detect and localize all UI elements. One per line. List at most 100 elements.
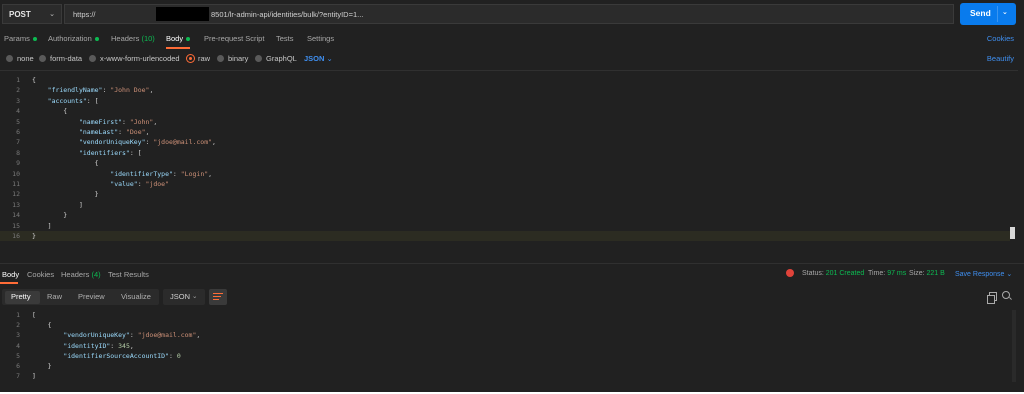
code-text: } xyxy=(32,362,52,370)
code-text: "identifierSourceAccountID": 0 xyxy=(63,351,181,360)
radio-none[interactable]: none xyxy=(6,54,34,63)
request-body-editor[interactable]: 1{2 "friendlyName": "John Doe", 3 "accoun… xyxy=(0,70,1018,261)
view-raw-button[interactable]: Raw xyxy=(47,292,62,301)
active-dot-icon xyxy=(94,37,99,42)
redacted-host xyxy=(156,7,209,21)
radio-label: none xyxy=(17,54,34,63)
code-text: ] xyxy=(32,221,52,230)
code-text: "identifierType": "Login", xyxy=(110,169,213,178)
radio-raw[interactable]: raw xyxy=(187,54,210,63)
url-input[interactable]: https:// 8501/lr-admin-api/identities/bu… xyxy=(64,4,954,24)
editor-scrollbar[interactable] xyxy=(1010,227,1015,239)
line-number: 6 xyxy=(16,362,20,370)
chevron-down-icon[interactable]: ⌄ xyxy=(1002,8,1008,16)
line-number: 7 xyxy=(16,138,20,147)
response-tab-test-results[interactable]: Test Results xyxy=(108,270,149,279)
globe-icon[interactable] xyxy=(786,269,794,277)
tab-body[interactable]: Body xyxy=(166,34,191,43)
response-format-label: JSON xyxy=(170,292,191,301)
code-text: { xyxy=(32,107,68,116)
search-icon[interactable] xyxy=(1002,291,1010,299)
chevron-down-icon: ⌄ xyxy=(49,11,55,18)
tab-pre-request-script[interactable]: Pre-request Script xyxy=(204,34,264,43)
tab-authorization[interactable]: Authorization xyxy=(48,34,99,43)
radio-form-data[interactable]: form-data xyxy=(39,54,82,63)
save-response-label: Save Response xyxy=(955,271,1005,278)
radio-selected-icon xyxy=(187,55,194,62)
copy-icon[interactable] xyxy=(987,292,997,304)
time-value: 97 ms xyxy=(887,270,907,277)
code-text: } xyxy=(32,190,99,199)
line-number: 10 xyxy=(12,169,20,178)
radio-label: form-data xyxy=(50,54,83,63)
send-label: Send xyxy=(970,8,991,18)
tab-label: Settings xyxy=(307,34,335,43)
radio-icon xyxy=(6,55,13,62)
request-url-row: POST ⌄ https:// 8501/lr-admin-api/identi… xyxy=(0,0,1024,28)
response-tab-underline xyxy=(0,282,18,284)
code-text: ] xyxy=(32,372,36,381)
line-number: 1 xyxy=(16,76,20,84)
status-info[interactable]: Status: 201 Created xyxy=(802,270,864,277)
status-value: 201 Created xyxy=(825,270,865,277)
code-text: } xyxy=(32,232,36,240)
view-mode-group: Pretty Raw Preview Visualize xyxy=(2,289,159,305)
code-text: } xyxy=(32,211,68,220)
line-number: 2 xyxy=(16,86,20,95)
radio-binary[interactable]: binary xyxy=(217,54,248,63)
response-tab-cookies[interactable]: Cookies xyxy=(27,270,54,279)
view-pretty-button[interactable]: Pretty xyxy=(11,292,31,301)
time-info[interactable]: Time: 97 ms xyxy=(868,270,906,277)
status-label: Status: xyxy=(802,270,824,277)
line-number: 3 xyxy=(16,96,20,105)
line-number: 15 xyxy=(12,221,20,230)
code-text: "value": "jdoe" xyxy=(110,180,170,188)
tab-count: (10) xyxy=(141,34,155,43)
chevron-down-icon: ⌄ xyxy=(326,54,333,63)
tab-params[interactable]: Params xyxy=(4,34,37,43)
response-tab-body[interactable]: Body xyxy=(2,270,19,279)
line-number: 11 xyxy=(12,180,20,188)
radio-graphql[interactable]: GraphQL xyxy=(255,54,297,63)
line-number: 4 xyxy=(16,107,20,116)
request-tabs: Params Authorization Headers (10) Body P… xyxy=(0,31,1024,47)
code-line: 4 { xyxy=(0,106,1010,116)
code-line: 12 } xyxy=(0,189,1010,199)
code-line: 5 "identifierSourceAccountID": 0 xyxy=(0,351,1010,361)
tab-settings[interactable]: Settings xyxy=(307,34,334,43)
view-preview-button[interactable]: Preview xyxy=(78,292,105,301)
code-text: [ xyxy=(32,311,36,319)
beautify-link[interactable]: Beautify xyxy=(987,54,1014,63)
wrap-lines-icon xyxy=(213,296,221,297)
tab-headers[interactable]: Headers (10) xyxy=(111,34,155,43)
size-info[interactable]: Size: 221 B xyxy=(909,270,945,277)
line-number: 5 xyxy=(16,351,20,360)
response-divider xyxy=(0,263,1024,264)
wrap-lines-button[interactable] xyxy=(209,289,227,305)
cookies-link[interactable]: Cookies xyxy=(987,34,1014,43)
code-line: 15 ] xyxy=(0,221,1010,231)
view-visualize-button[interactable]: Visualize xyxy=(121,292,151,301)
method-select[interactable]: POST ⌄ xyxy=(2,4,62,24)
radio-x-www-form-urlencoded[interactable]: x-www-form-urlencoded xyxy=(89,54,180,63)
response-scrollbar[interactable] xyxy=(1012,310,1016,382)
line-number: 2 xyxy=(16,321,20,330)
url-prefix: https:// xyxy=(73,10,96,19)
code-line: 9 { xyxy=(0,158,1010,168)
code-line: 3 "vendorUniqueKey": "jdoe@mail.com", xyxy=(0,330,1010,340)
response-body-viewer: 1[2 {3 "vendorUniqueKey": "jdoe@mail.com… xyxy=(0,309,1018,389)
body-format-select[interactable]: JSON ⌄ xyxy=(304,54,333,63)
code-text: { xyxy=(32,76,36,84)
response-tab-headers[interactable]: Headers (4) xyxy=(61,270,101,279)
tab-label: Headers xyxy=(61,270,90,279)
code-text: { xyxy=(32,321,52,330)
url-path: 8501/lr-admin-api/identities/bulk/?entit… xyxy=(211,10,364,19)
tab-tests[interactable]: Tests xyxy=(276,34,294,43)
response-format-select[interactable]: JSON ⌄ xyxy=(163,289,205,305)
code-line: 6 } xyxy=(0,361,1010,371)
code-line: 2 "friendlyName": "John Doe", xyxy=(0,85,1010,95)
send-button[interactable]: Send ⌄ xyxy=(960,3,1016,25)
save-response-button[interactable]: Save Response ⌄ xyxy=(955,270,1012,278)
line-number: 4 xyxy=(16,341,20,350)
active-dot-icon xyxy=(186,37,191,42)
